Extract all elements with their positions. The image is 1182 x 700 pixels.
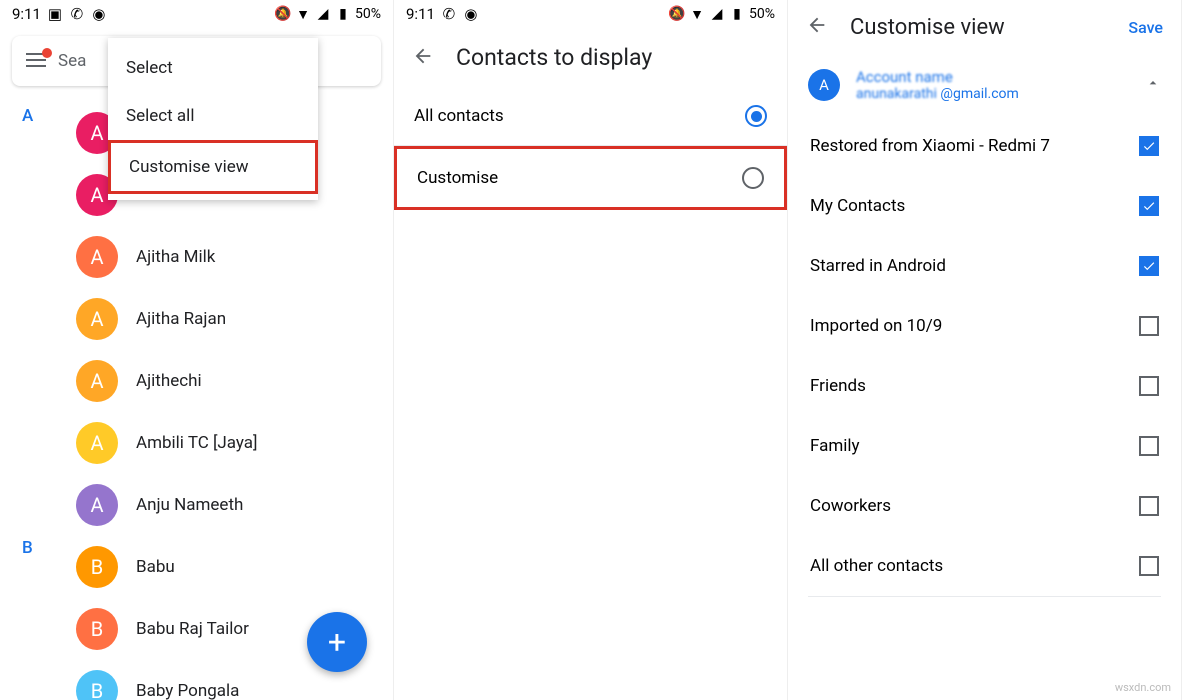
group-row[interactable]: Imported on 10/9 bbox=[788, 296, 1181, 356]
status-bar: 9:11 ▣ ✆ ◉ 🔕 ▼ ◢ ▮ 50% bbox=[0, 0, 393, 28]
display-option[interactable]: Customise bbox=[394, 146, 787, 210]
contact-row[interactable]: B Babu bbox=[0, 536, 393, 598]
group-row[interactable]: Starred in Android bbox=[788, 236, 1181, 296]
menu-customise-view[interactable]: Customise view bbox=[108, 140, 318, 194]
group-row[interactable]: My Contacts bbox=[788, 176, 1181, 236]
display-option[interactable]: All contacts bbox=[394, 87, 787, 146]
signal-icon: ◢ bbox=[315, 6, 331, 22]
contact-name: Ambili TC [Jaya] bbox=[136, 433, 258, 453]
contact-avatar: B bbox=[76, 608, 118, 650]
group-row[interactable]: All other contacts bbox=[788, 536, 1181, 596]
messenger-icon: ◉ bbox=[463, 6, 479, 22]
wifi-icon: ▼ bbox=[295, 6, 311, 22]
group-label: Starred in Android bbox=[810, 256, 946, 276]
section-letter: B bbox=[22, 538, 33, 558]
watermark: wsxdn.com bbox=[1115, 681, 1171, 694]
contact-name: Baby Pongala bbox=[136, 681, 239, 700]
dnd-icon: 🔕 bbox=[669, 6, 685, 22]
checkbox[interactable] bbox=[1139, 556, 1159, 576]
battery-icon: ▮ bbox=[335, 6, 351, 22]
option-label: All contacts bbox=[414, 106, 504, 126]
add-contact-fab[interactable]: + bbox=[307, 612, 367, 672]
contact-row[interactable]: A Ajithechi bbox=[0, 350, 393, 412]
contact-name: Babu Raj Tailor bbox=[136, 619, 249, 639]
contact-name: Babu bbox=[136, 557, 175, 577]
contact-avatar: B bbox=[76, 670, 118, 700]
section-letter: A bbox=[22, 106, 33, 126]
contact-avatar: A bbox=[76, 298, 118, 340]
contact-avatar: A bbox=[76, 236, 118, 278]
checkbox[interactable] bbox=[1139, 376, 1159, 396]
account-info: Account name anunakarathi @gmail.com bbox=[856, 68, 1129, 102]
account-email: anunakarathi @gmail.com bbox=[856, 86, 1129, 102]
wifi-icon: ▼ bbox=[689, 6, 705, 22]
group-label: My Contacts bbox=[810, 196, 905, 216]
contact-avatar: B bbox=[76, 546, 118, 588]
checkbox[interactable] bbox=[1139, 496, 1159, 516]
status-bar: 9:11 ✆ ◉ 🔕 ▼ ◢ ▮ 50% bbox=[394, 0, 787, 28]
contact-name: Ajithechi bbox=[136, 371, 202, 391]
signal-icon: ◢ bbox=[709, 6, 725, 22]
status-time: 9:11 bbox=[406, 5, 435, 23]
group-label: Restored from Xiaomi - Redmi 7 bbox=[810, 136, 1050, 156]
group-row[interactable]: Coworkers bbox=[788, 476, 1181, 536]
contacts-display-screen: 9:11 ✆ ◉ 🔕 ▼ ◢ ▮ 50% Contacts to display… bbox=[394, 0, 788, 700]
contact-avatar: A bbox=[76, 360, 118, 402]
dnd-icon: 🔕 bbox=[275, 6, 291, 22]
menu-select-all[interactable]: Select all bbox=[108, 92, 318, 140]
battery-percent: 50% bbox=[355, 6, 381, 22]
group-label: All other contacts bbox=[810, 556, 943, 576]
contact-name: Ajitha Rajan bbox=[136, 309, 226, 329]
group-label: Family bbox=[810, 436, 860, 456]
messenger-icon: ◉ bbox=[91, 6, 107, 22]
checkbox[interactable] bbox=[1139, 196, 1159, 216]
contact-avatar: A bbox=[76, 422, 118, 464]
contacts-list-screen: 9:11 ▣ ✆ ◉ 🔕 ▼ ◢ ▮ 50% Sea A Select Sele… bbox=[0, 0, 394, 700]
checkbox[interactable] bbox=[1139, 436, 1159, 456]
contact-row[interactable]: A Anju Nameeth bbox=[0, 474, 393, 536]
back-icon[interactable] bbox=[412, 45, 434, 71]
whatsapp-icon: ✆ bbox=[69, 6, 85, 22]
search-placeholder: Sea bbox=[58, 51, 86, 71]
group-label: Imported on 10/9 bbox=[810, 316, 942, 336]
account-row[interactable]: A Account name anunakarathi @gmail.com bbox=[788, 54, 1181, 116]
save-button[interactable]: Save bbox=[1128, 18, 1163, 37]
group-row[interactable]: Family bbox=[788, 416, 1181, 476]
status-time: 9:11 bbox=[12, 5, 41, 23]
contact-avatar: A bbox=[76, 484, 118, 526]
checkbox[interactable] bbox=[1139, 256, 1159, 276]
page-title: Customise view bbox=[850, 15, 1005, 40]
menu-select[interactable]: Select bbox=[108, 44, 318, 92]
image-icon: ▣ bbox=[47, 6, 63, 22]
chevron-up-icon[interactable] bbox=[1145, 75, 1161, 95]
battery-icon: ▮ bbox=[729, 6, 745, 22]
header: Contacts to display bbox=[394, 28, 787, 87]
contact-name: Ajitha Milk bbox=[136, 247, 215, 267]
group-label: Friends bbox=[810, 376, 866, 396]
contact-row[interactable]: A Ajitha Milk bbox=[0, 226, 393, 288]
group-row[interactable]: Friends bbox=[788, 356, 1181, 416]
contact-row[interactable]: A Ajitha Rajan bbox=[0, 288, 393, 350]
header: Customise view Save bbox=[788, 0, 1181, 54]
radio-button[interactable] bbox=[742, 167, 764, 189]
contact-row[interactable]: A Ambili TC [Jaya] bbox=[0, 412, 393, 474]
account-name: Account name bbox=[856, 68, 1129, 86]
option-label: Customise bbox=[417, 168, 498, 188]
customise-view-screen: Customise view Save A Account name anuna… bbox=[788, 0, 1182, 700]
overflow-menu: Select Select all Customise view bbox=[108, 38, 318, 200]
account-avatar: A bbox=[808, 69, 840, 101]
group-row[interactable]: Restored from Xiaomi - Redmi 7 bbox=[788, 116, 1181, 176]
radio-button[interactable] bbox=[745, 105, 767, 127]
checkbox[interactable] bbox=[1139, 316, 1159, 336]
menu-icon[interactable] bbox=[26, 52, 46, 71]
group-label: Coworkers bbox=[810, 496, 891, 516]
whatsapp-icon: ✆ bbox=[441, 6, 457, 22]
checkbox[interactable] bbox=[1139, 136, 1159, 156]
page-title: Contacts to display bbox=[456, 44, 652, 71]
battery-percent: 50% bbox=[749, 6, 775, 22]
contact-name: Anju Nameeth bbox=[136, 495, 243, 515]
back-icon[interactable] bbox=[806, 14, 828, 40]
